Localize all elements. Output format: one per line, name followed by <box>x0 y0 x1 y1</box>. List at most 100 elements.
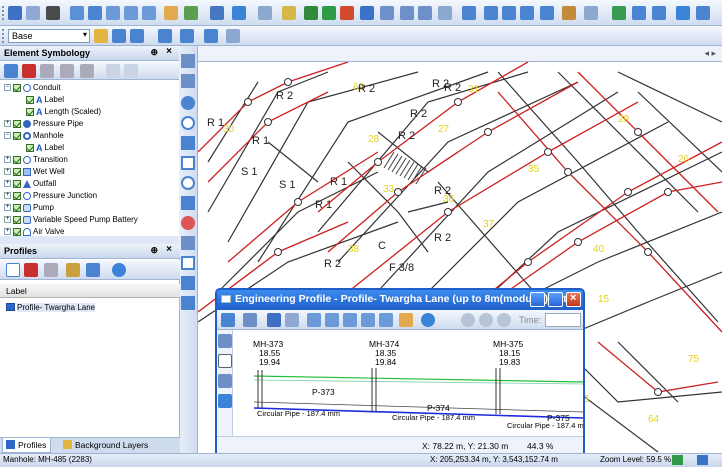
zoom-window-icon[interactable] <box>142 6 156 20</box>
layout-icon[interactable] <box>181 74 195 88</box>
info-icon[interactable] <box>676 6 690 20</box>
time-input[interactable] <box>545 313 581 327</box>
layers-icon[interactable] <box>210 6 224 20</box>
notes-icon[interactable] <box>584 6 598 20</box>
list-item[interactable]: Profile- Twargha Lane <box>2 301 178 313</box>
tree-item[interactable]: − Conduit <box>4 82 61 93</box>
background-icon[interactable] <box>158 29 172 43</box>
zoom-go-icon[interactable] <box>672 455 683 465</box>
close-icon[interactable]: × <box>166 244 172 255</box>
toolbar-grip[interactable] <box>2 6 5 20</box>
expand-icon[interactable]: + <box>4 192 11 199</box>
tree-item[interactable]: + Outfall <box>4 178 56 189</box>
patterns-icon[interactable] <box>520 6 534 20</box>
minimize-button[interactable] <box>530 292 545 307</box>
contour-icon[interactable] <box>418 6 432 20</box>
wet-well-tool-icon[interactable] <box>181 196 195 210</box>
line-icon[interactable] <box>218 374 232 388</box>
edit-icon[interactable] <box>226 29 240 43</box>
mesh-icon[interactable] <box>612 6 626 20</box>
zoom-extents-icon[interactable] <box>88 6 102 20</box>
window-title-bar[interactable]: Engineering Profile - Profile- Twargha L… <box>217 290 583 310</box>
redo-icon[interactable] <box>26 6 40 20</box>
scenario-icon[interactable] <box>282 6 296 20</box>
collapse-icon[interactable]: − <box>4 84 11 91</box>
maximize-button[interactable] <box>548 292 563 307</box>
rename-profile-icon[interactable] <box>44 263 58 277</box>
visibility-checkbox[interactable] <box>26 143 34 152</box>
tree-item[interactable]: + Pressure Pipe <box>4 118 83 129</box>
visibility-checkbox[interactable] <box>26 107 34 116</box>
pin-icon[interactable]: ⊕ <box>150 245 158 256</box>
terrain-icon[interactable] <box>632 6 646 20</box>
visibility-checkbox[interactable] <box>13 83 21 92</box>
visibility-checkbox[interactable] <box>13 203 21 212</box>
transition-tool-icon[interactable] <box>181 176 195 190</box>
select-arrow-icon[interactable] <box>181 54 195 68</box>
zoom-window-icon[interactable] <box>361 313 375 327</box>
delete-icon[interactable] <box>22 64 36 78</box>
zoom-in-icon[interactable] <box>307 313 321 327</box>
manhole-tool-icon[interactable] <box>181 96 195 110</box>
tree-item[interactable]: − Manhole <box>4 130 64 141</box>
tree-item[interactable]: + Air Valve <box>4 226 64 237</box>
visibility-checkbox[interactable] <box>13 131 21 140</box>
select-icon[interactable] <box>70 6 84 20</box>
pump-tool-icon[interactable] <box>181 216 195 230</box>
table-icon[interactable] <box>462 6 476 20</box>
text-tool-icon[interactable] <box>181 276 195 290</box>
profile-icon[interactable] <box>400 6 414 20</box>
visibility-checkbox[interactable] <box>13 167 21 176</box>
visibility-checkbox[interactable] <box>13 155 21 164</box>
save-icon[interactable] <box>130 29 144 43</box>
close-button[interactable]: × <box>566 292 581 307</box>
visibility-checkbox[interactable] <box>13 215 21 224</box>
annotation-icon[interactable] <box>80 64 94 78</box>
toolbar-grip[interactable] <box>2 29 5 43</box>
import-icon[interactable] <box>112 29 126 43</box>
find-icon[interactable] <box>46 6 60 20</box>
visibility-checkbox[interactable] <box>26 95 34 104</box>
tree-item[interactable]: + Wet Well <box>4 166 65 177</box>
print-icon[interactable] <box>180 29 194 43</box>
pause-icon[interactable] <box>479 313 493 327</box>
expand-icon[interactable]: + <box>4 180 11 187</box>
flex-table-icon[interactable] <box>360 6 374 20</box>
play-forward-icon[interactable] <box>497 313 511 327</box>
zoom-extents-icon[interactable] <box>343 313 357 327</box>
move-up-icon[interactable] <box>106 64 120 78</box>
outfall-tool-icon[interactable] <box>181 156 195 170</box>
status-save-icon[interactable] <box>697 455 708 465</box>
tab-background-layers[interactable]: Background Layers <box>60 438 152 453</box>
validate-icon[interactable] <box>322 6 336 20</box>
catch-basin-tool-icon[interactable] <box>181 136 195 150</box>
profiles-column-header[interactable]: Label <box>0 284 180 298</box>
new-profile-icon[interactable] <box>6 263 20 277</box>
help-icon[interactable] <box>421 313 435 327</box>
redo-icon[interactable] <box>285 313 299 327</box>
valve-tool-icon[interactable] <box>181 236 195 250</box>
properties-icon[interactable] <box>204 29 218 43</box>
tab-scroll-arrows[interactable]: ◂ ▸ <box>704 48 716 59</box>
rectangle-icon[interactable] <box>218 354 232 368</box>
engineering-profile-window[interactable]: Engineering Profile - Profile- Twargha L… <box>215 288 585 456</box>
tree-item[interactable]: A Label <box>26 94 64 105</box>
tab-profiles[interactable]: Profiles <box>2 438 52 453</box>
zoom-previous-icon[interactable] <box>379 313 393 327</box>
more-icon[interactable] <box>696 6 710 20</box>
zoom-out-icon[interactable] <box>325 313 339 327</box>
zoom-out-icon[interactable] <box>124 6 138 20</box>
tree-item[interactable]: + Variable Speed Pump Battery <box>4 214 138 225</box>
zoom-in-icon[interactable] <box>106 6 120 20</box>
undo-icon[interactable] <box>8 6 22 20</box>
options-icon[interactable] <box>562 6 576 20</box>
open-profile-icon[interactable] <box>86 263 100 277</box>
pan-icon[interactable] <box>399 313 413 327</box>
undo-icon[interactable] <box>267 313 281 327</box>
expand-icon[interactable]: + <box>4 228 11 235</box>
compute-icon[interactable] <box>304 6 318 20</box>
tools-icon[interactable] <box>652 6 666 20</box>
select-arrow-icon[interactable] <box>218 334 232 348</box>
profile-menu-icon[interactable] <box>221 313 235 327</box>
query-icon[interactable] <box>438 6 452 20</box>
